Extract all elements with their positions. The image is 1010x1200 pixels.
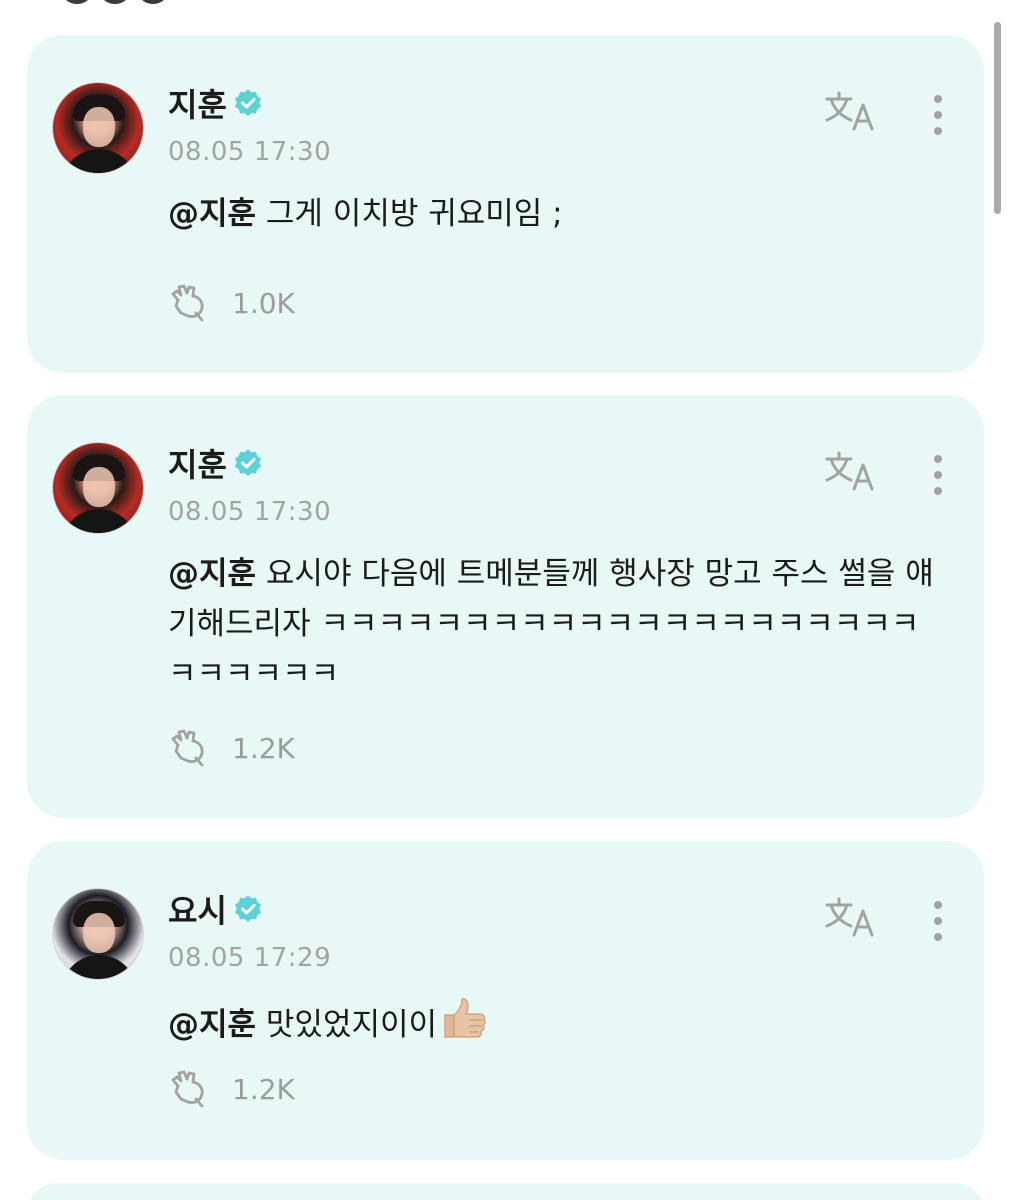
- author-row: 지훈: [168, 440, 263, 486]
- like-count: 1.0K: [232, 286, 295, 320]
- post-card: 지훈 08.05 17:30 @지훈 그게 이치방 귀요미임 ; 1.0K: [27, 35, 984, 373]
- more-options-icon[interactable]: [924, 453, 952, 497]
- avatar[interactable]: [52, 888, 144, 980]
- like-count: 1.2K: [232, 1072, 295, 1106]
- post-text: 요시야 다음에 트메분들께 행사장 망고 주스 썰을 얘기해드리자 ㅋㅋㅋㅋㅋㅋ…: [168, 556, 934, 692]
- verified-badge-icon: [234, 895, 261, 922]
- author-name[interactable]: 지훈: [168, 80, 227, 126]
- author-row: 지훈: [168, 80, 263, 126]
- author-name[interactable]: 요시: [168, 886, 227, 932]
- verified-badge-icon: [234, 89, 261, 116]
- like-hand-icon[interactable]: [168, 282, 210, 324]
- more-options-icon[interactable]: [924, 899, 952, 943]
- verified-badge-icon: [234, 449, 261, 476]
- post-text: 맛있었지이이: [256, 1007, 438, 1043]
- partial-avatar: [60, 0, 94, 4]
- author-row: 요시: [168, 886, 263, 932]
- timestamp: 08.05 17:30: [168, 497, 332, 527]
- more-options-icon[interactable]: [924, 93, 952, 137]
- mention-link[interactable]: @지훈: [168, 556, 256, 592]
- scrollbar[interactable]: [994, 22, 1001, 214]
- like-row: 1.2K: [168, 726, 295, 770]
- partial-avatar: [98, 0, 132, 4]
- timestamp: 08.05 17:29: [168, 943, 332, 973]
- post-card: [27, 1183, 984, 1200]
- partial-avatar: [136, 0, 170, 4]
- translate-icon[interactable]: [824, 449, 878, 493]
- post-card: 지훈 08.05 17:30 @지훈 요시야 다음에 트메분들께 행사장 망고: [27, 395, 984, 818]
- translate-icon[interactable]: [824, 89, 878, 133]
- like-row: 1.2K: [168, 1067, 295, 1111]
- post-body: @지훈 요시야 다음에 트메분들께 행사장 망고 주스 썰을 얘기해드리자 ㅋㅋ…: [168, 549, 944, 699]
- author-name[interactable]: 지훈: [168, 440, 227, 486]
- thumbs-up-icon: [444, 998, 486, 1038]
- like-hand-icon[interactable]: [168, 1068, 210, 1110]
- timestamp: 08.05 17:30: [168, 137, 332, 167]
- mention-link[interactable]: @지훈: [168, 1007, 256, 1043]
- like-count: 1.2K: [232, 731, 295, 765]
- post-body: @지훈 맛있었지이이: [168, 995, 944, 1050]
- feed-page: 지훈 08.05 17:30 @지훈 그게 이치방 귀요미임 ; 1.0K 지훈…: [0, 0, 1010, 1200]
- like-hand-icon[interactable]: [168, 727, 210, 769]
- post-text: 그게 이치방 귀요미임 ;: [256, 196, 563, 232]
- like-row: 1.0K: [168, 281, 295, 325]
- translate-icon[interactable]: [824, 895, 878, 939]
- post-card: 요시 08.05 17:29 @지훈 맛있었지이이 1.2K: [27, 841, 984, 1160]
- mention-link[interactable]: @지훈: [168, 196, 256, 232]
- top-avatar-strip: [60, 0, 170, 4]
- avatar[interactable]: [52, 442, 144, 534]
- avatar[interactable]: [52, 82, 144, 174]
- post-body: @지훈 그게 이치방 귀요미임 ;: [168, 189, 944, 239]
